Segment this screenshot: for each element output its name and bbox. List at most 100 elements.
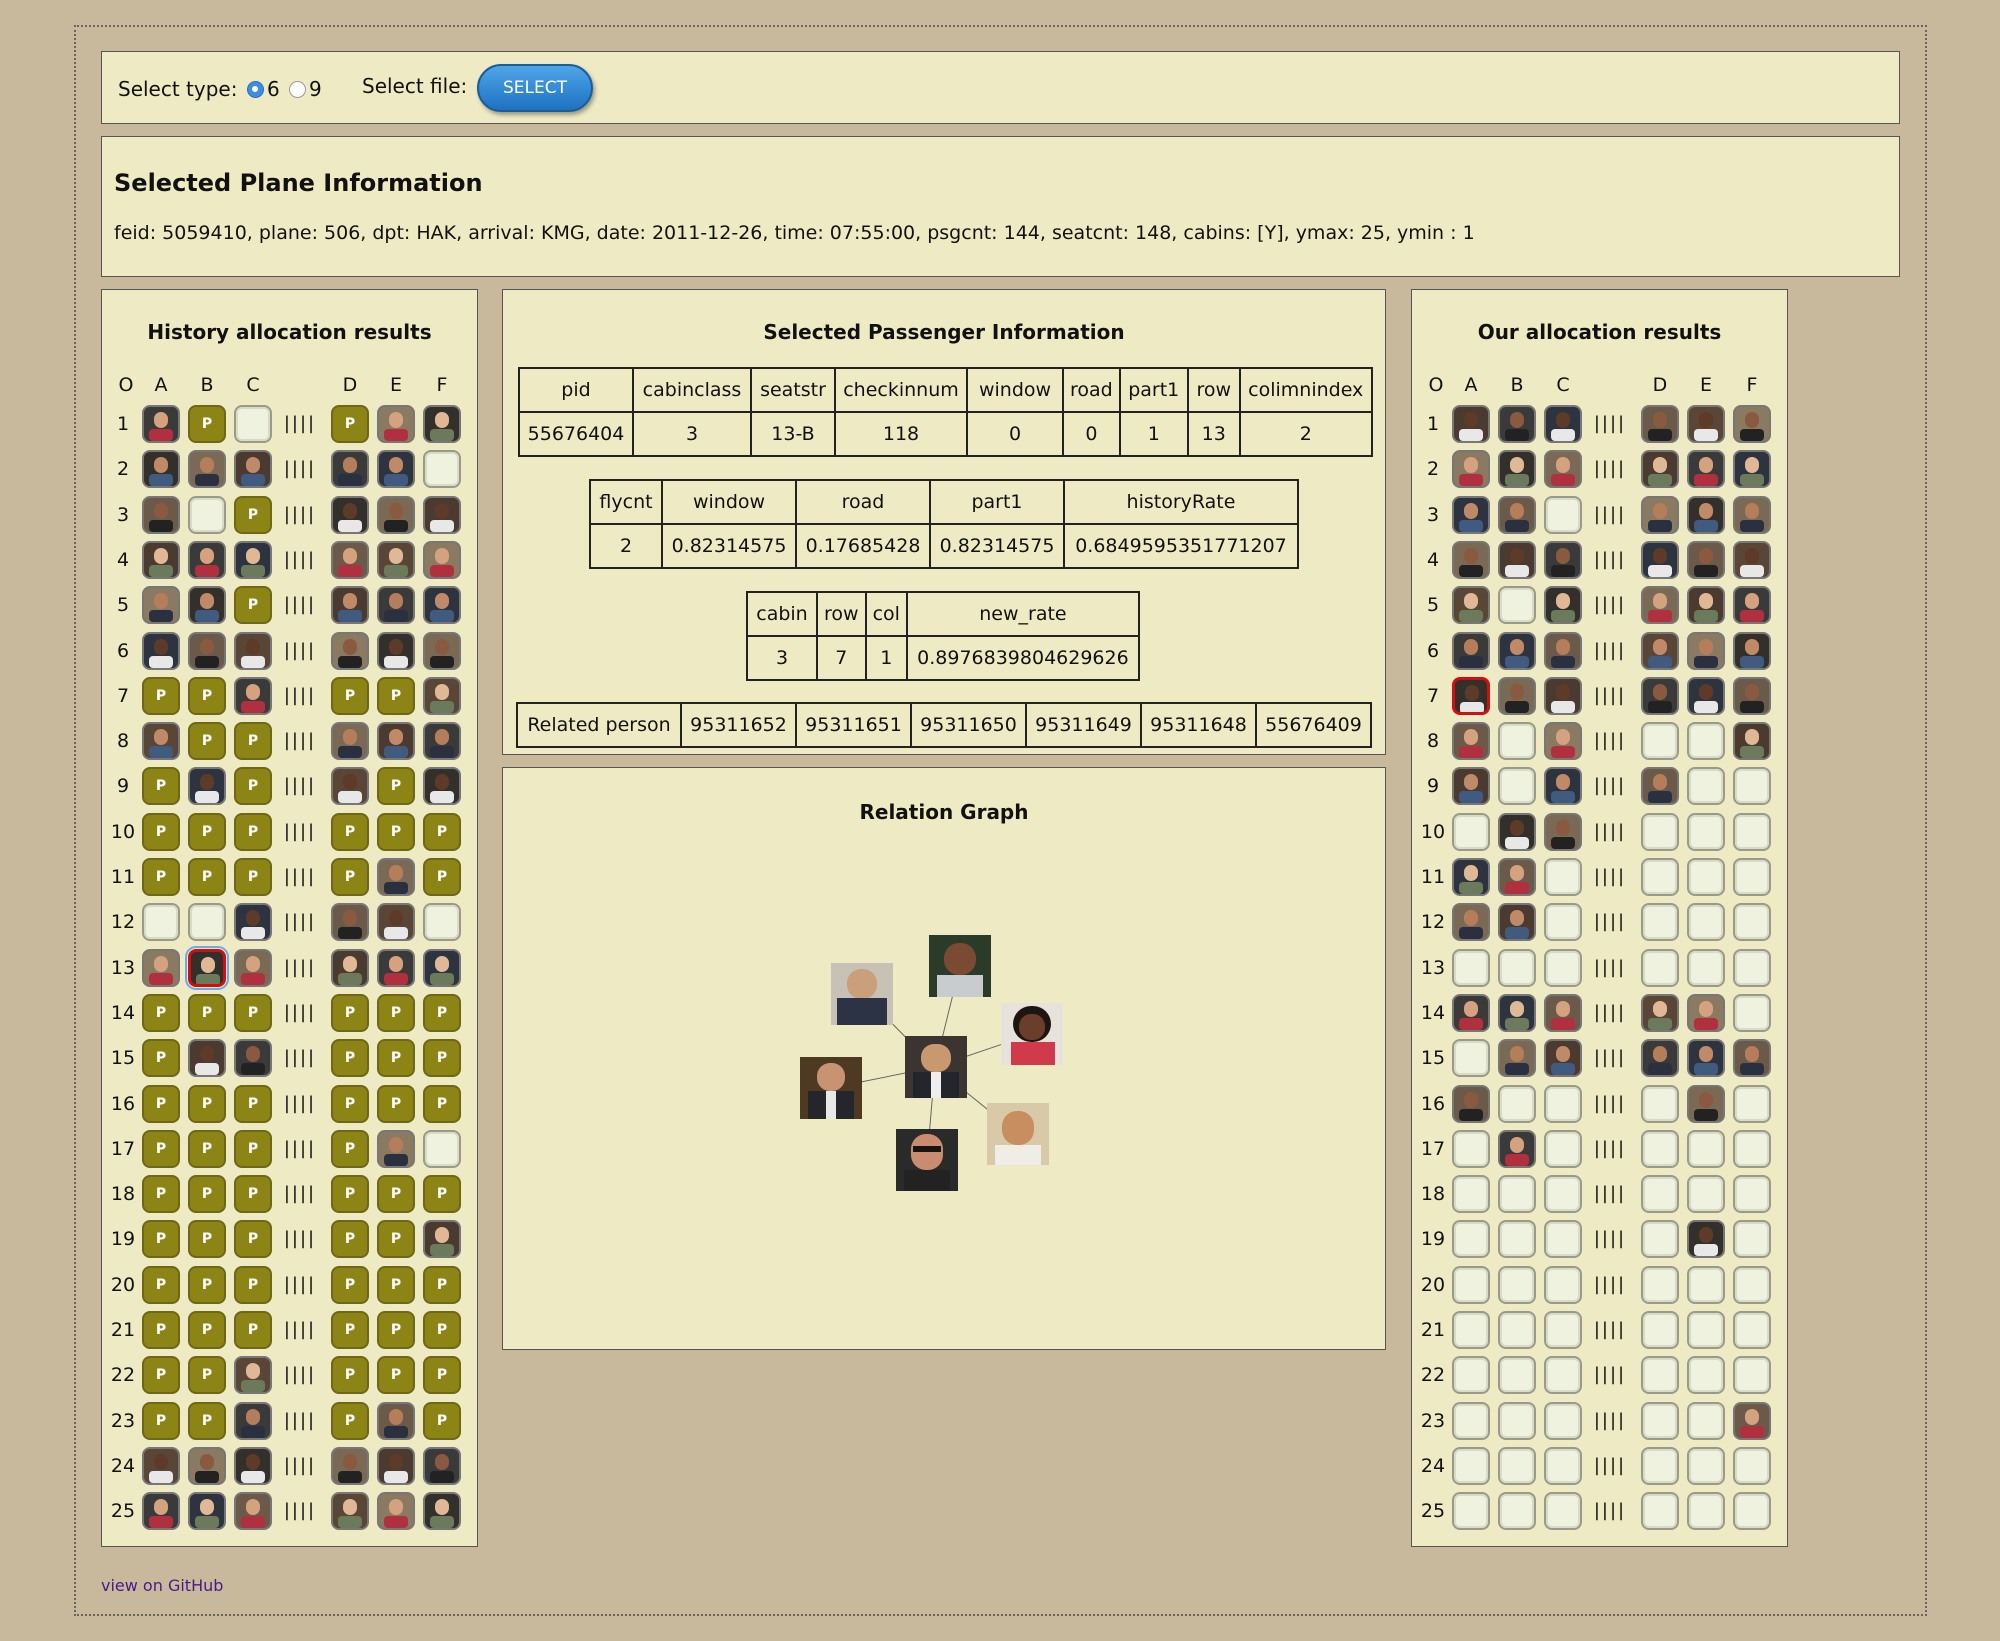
graph-node-4[interactable] (800, 1057, 862, 1119)
seat-1A[interactable] (1452, 405, 1490, 443)
seat-14B[interactable] (188, 993, 226, 1032)
type-9-radio[interactable] (289, 81, 306, 98)
seat-13F[interactable] (1733, 948, 1771, 987)
seat-18D[interactable] (331, 1175, 369, 1214)
seat-25D[interactable] (331, 1492, 369, 1531)
select-file-button[interactable]: SELECT (477, 64, 593, 112)
seat-23D[interactable] (331, 1401, 369, 1440)
seat-5E[interactable] (1687, 586, 1725, 625)
seat-24D[interactable] (331, 1446, 369, 1485)
seat-21D[interactable] (1641, 1311, 1679, 1349)
graph-node-center[interactable] (905, 1036, 967, 1098)
seat-2B[interactable] (188, 450, 226, 489)
graph-node-2[interactable] (929, 935, 991, 997)
seat-15F[interactable] (1733, 1039, 1771, 1078)
seat-10C[interactable] (234, 812, 272, 851)
seat-4E[interactable] (1687, 540, 1725, 579)
seat-11D[interactable] (331, 858, 369, 896)
seat-3A[interactable] (142, 495, 180, 534)
seat-14E[interactable] (377, 993, 415, 1032)
seat-6F[interactable] (423, 631, 461, 670)
seat-11E[interactable] (1687, 858, 1725, 896)
seat-18E[interactable] (377, 1175, 415, 1214)
seat-12B[interactable] (188, 903, 226, 942)
seat-14F[interactable] (423, 993, 461, 1032)
seat-15D[interactable] (331, 1039, 369, 1078)
seat-24A[interactable] (1452, 1446, 1490, 1485)
seat-8D[interactable] (1641, 722, 1679, 761)
github-link[interactable]: view on GitHub (101, 1576, 223, 1595)
seat-13B[interactable] (1498, 948, 1536, 987)
seat-4B[interactable] (188, 540, 226, 579)
seat-13E[interactable] (1687, 948, 1725, 987)
seat-17D[interactable] (1641, 1129, 1679, 1168)
seat-5D[interactable] (331, 586, 369, 625)
seat-2D[interactable] (331, 450, 369, 489)
seat-17B[interactable] (1498, 1129, 1536, 1168)
seat-16C[interactable] (1544, 1084, 1582, 1123)
seat-23C[interactable] (1544, 1401, 1582, 1440)
seat-24A[interactable] (142, 1446, 180, 1485)
seat-11C[interactable] (1544, 858, 1582, 896)
seat-6D[interactable] (331, 631, 369, 670)
seat-1C[interactable] (234, 405, 272, 443)
seat-18B[interactable] (1498, 1175, 1536, 1214)
seat-11C[interactable] (234, 858, 272, 896)
seat-3F[interactable] (1733, 495, 1771, 534)
seat-3B[interactable] (1498, 495, 1536, 534)
seat-19B[interactable] (188, 1220, 226, 1259)
seat-13D[interactable] (1641, 948, 1679, 987)
seat-25E[interactable] (1687, 1492, 1725, 1531)
seat-13F[interactable] (423, 948, 461, 987)
seat-16B[interactable] (188, 1084, 226, 1123)
seat-12C[interactable] (234, 903, 272, 942)
seat-22B[interactable] (1498, 1356, 1536, 1395)
seat-1E[interactable] (1687, 405, 1725, 443)
seat-8E[interactable] (377, 722, 415, 761)
seat-19F[interactable] (1733, 1220, 1771, 1259)
seat-24B[interactable] (188, 1446, 226, 1485)
seat-8C[interactable] (1544, 722, 1582, 761)
seat-7F[interactable] (423, 676, 461, 715)
seat-22A[interactable] (142, 1356, 180, 1395)
seat-19A[interactable] (142, 1220, 180, 1259)
seat-3C[interactable] (1544, 495, 1582, 534)
seat-16B[interactable] (1498, 1084, 1536, 1123)
seat-24C[interactable] (1544, 1446, 1582, 1485)
seat-9F[interactable] (1733, 767, 1771, 806)
seat-25E[interactable] (377, 1492, 415, 1531)
seat-25F[interactable] (1733, 1492, 1771, 1531)
seat-10E[interactable] (377, 812, 415, 851)
seat-7C[interactable] (234, 676, 272, 715)
seat-3E[interactable] (377, 495, 415, 534)
seat-21E[interactable] (377, 1311, 415, 1349)
seat-5A[interactable] (142, 586, 180, 625)
seat-16A[interactable] (1452, 1084, 1490, 1123)
seat-7B[interactable] (1498, 676, 1536, 715)
seat-11F[interactable] (1733, 858, 1771, 896)
seat-13C[interactable] (1544, 948, 1582, 987)
seat-8A[interactable] (142, 722, 180, 761)
seat-3F[interactable] (423, 495, 461, 534)
seat-25F[interactable] (423, 1492, 461, 1531)
seat-6B[interactable] (1498, 631, 1536, 670)
seat-22D[interactable] (331, 1356, 369, 1395)
seat-22E[interactable] (1687, 1356, 1725, 1395)
seat-5B[interactable] (1498, 586, 1536, 625)
seat-4D[interactable] (331, 540, 369, 579)
seat-5F[interactable] (423, 586, 461, 625)
seat-4C[interactable] (234, 540, 272, 579)
seat-18C[interactable] (234, 1175, 272, 1214)
seat-11D[interactable] (1641, 858, 1679, 896)
seat-6A[interactable] (1452, 631, 1490, 670)
seat-18F[interactable] (1733, 1175, 1771, 1214)
seat-21A[interactable] (142, 1311, 180, 1349)
seat-20F[interactable] (1733, 1265, 1771, 1304)
seat-22B[interactable] (188, 1356, 226, 1395)
seat-11B[interactable] (1498, 858, 1536, 896)
seat-8C[interactable] (234, 722, 272, 761)
seat-6E[interactable] (377, 631, 415, 670)
seat-23E[interactable] (377, 1401, 415, 1440)
seat-24F[interactable] (1733, 1446, 1771, 1485)
seat-15F[interactable] (423, 1039, 461, 1078)
